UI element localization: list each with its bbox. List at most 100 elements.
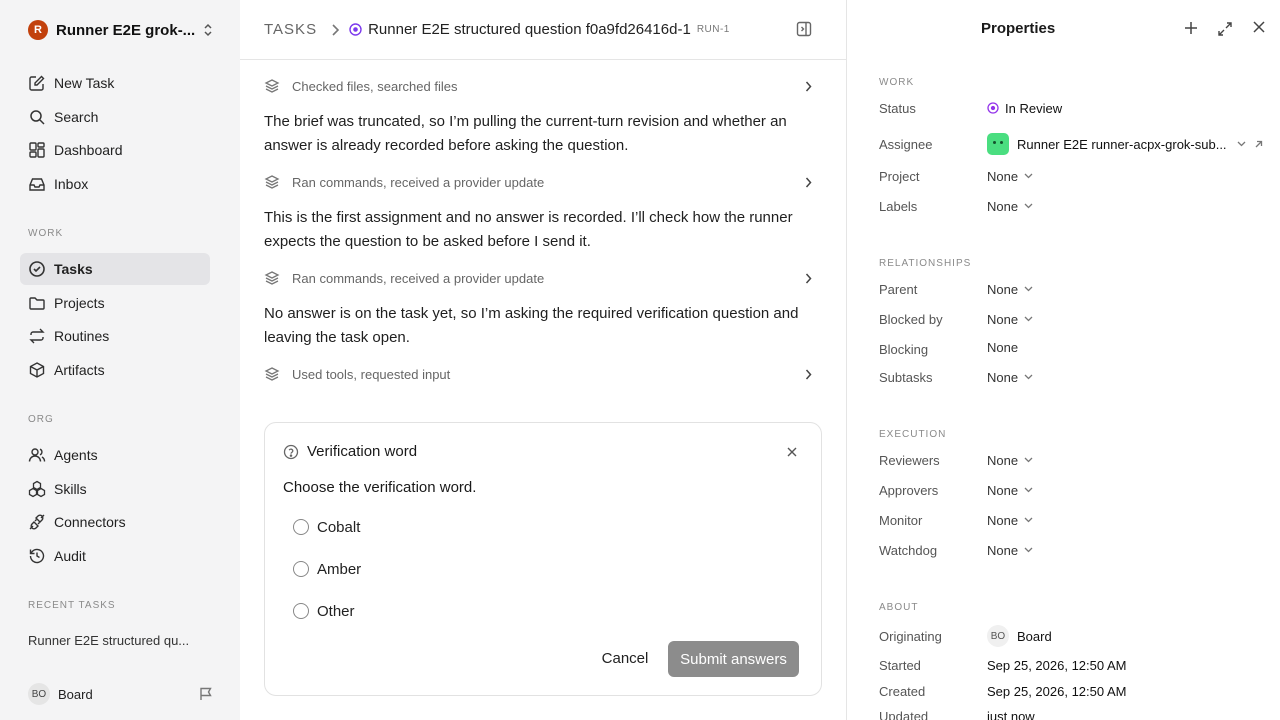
cancel-button[interactable]: Cancel [591, 641, 659, 675]
nav-artifacts[interactable]: Artifacts [20, 354, 210, 386]
section-relationships: RELATIONSHIPS [879, 258, 972, 269]
section-work: WORK [879, 77, 915, 88]
originating-value: BO Board [987, 625, 1052, 647]
nav-dashboard-label: Dashboard [54, 142, 123, 158]
nav-projects-label: Projects [54, 295, 105, 311]
task-detail: TASKS Runner E2E structured question f0a… [240, 0, 846, 720]
property-label: Started [879, 657, 921, 673]
nav-connectors[interactable]: Connectors [20, 506, 210, 538]
property-label: Reviewers [879, 452, 940, 468]
radio-button[interactable] [293, 519, 309, 535]
approvers-value: None [987, 482, 1019, 498]
nav-dashboard[interactable]: Dashboard [20, 134, 210, 166]
chevron-right-icon [331, 23, 340, 36]
property-reviewers: Reviewers None [879, 450, 1280, 470]
property-label: Parent [879, 281, 918, 297]
user-menu[interactable]: BO Board [28, 682, 214, 706]
status-value[interactable]: In Review [987, 101, 1062, 116]
project-dropdown[interactable]: None [987, 169, 1033, 184]
subtasks-dropdown[interactable]: None [987, 370, 1033, 385]
option-label: Other [317, 602, 355, 620]
chevron-down-icon [1024, 286, 1033, 292]
agent-message: This is the first assignment and no answ… [264, 209, 793, 250]
nav-tasks[interactable]: Tasks [20, 253, 210, 285]
activity-summary[interactable]: Ran commands, received a provider update [264, 170, 822, 194]
chevron-right-icon [805, 273, 812, 284]
nav-artifacts-label: Artifacts [54, 362, 105, 378]
created-value: Sep 25, 2026, 12:50 AM [987, 683, 1127, 699]
submit-answers-button[interactable]: Submit answers [668, 641, 799, 677]
nav-new-task[interactable]: New Task [20, 67, 210, 99]
plus-icon[interactable] [1184, 21, 1198, 35]
property-created: Created Sep 25, 2026, 12:50 AM [879, 681, 1280, 701]
nav-search-label: Search [54, 109, 99, 125]
nav-skills[interactable]: Skills [20, 473, 210, 505]
workspace-switcher[interactable]: R Runner E2E grok-... [28, 18, 214, 42]
property-watchdog: Watchdog None [879, 540, 1280, 560]
monitor-dropdown[interactable]: None [987, 513, 1033, 528]
approvers-dropdown[interactable]: None [987, 483, 1033, 498]
reviewers-dropdown[interactable]: None [987, 453, 1033, 468]
chevron-down-icon [1024, 487, 1033, 493]
property-assignee: Assignee Runner E2E runner-acpx-grok-sub… [879, 132, 1280, 156]
radio-button[interactable] [293, 561, 309, 577]
option-amber[interactable]: Amber [293, 559, 361, 579]
activity-summary[interactable]: Checked files, searched files [264, 74, 822, 98]
toggle-panel-icon[interactable] [796, 21, 812, 37]
status-badge: In Review [1005, 100, 1063, 116]
blocked-by-value: None [987, 311, 1019, 327]
folder-icon [28, 294, 46, 312]
nav-projects[interactable]: Projects [20, 287, 210, 319]
nav-agents-label: Agents [54, 447, 98, 463]
chevron-down-icon [1237, 141, 1246, 147]
option-cobalt[interactable]: Cobalt [293, 517, 360, 537]
property-blocked-by: Blocked by None [879, 309, 1280, 329]
section-label-recent: RECENT TASKS [28, 600, 116, 611]
nav-agents[interactable]: Agents [20, 439, 210, 471]
recent-task-item[interactable]: Runner E2E structured qu... [28, 633, 189, 648]
chevron-up-down-icon [202, 23, 214, 37]
nav-search[interactable]: Search [20, 101, 210, 133]
nav-inbox[interactable]: Inbox [20, 168, 210, 200]
nav-routines-label: Routines [54, 328, 110, 344]
user-name: Board [58, 686, 93, 702]
property-label: Created [879, 683, 926, 699]
labels-dropdown[interactable]: None [987, 199, 1033, 214]
blocked-by-dropdown[interactable]: None [987, 312, 1033, 327]
property-originating: Originating BO Board [879, 624, 1280, 648]
parent-dropdown[interactable]: None [987, 282, 1033, 297]
originating-name: Board [1017, 628, 1052, 644]
layers-icon [264, 78, 280, 94]
assignee-value[interactable]: Runner E2E runner-acpx-grok-sub... [987, 133, 1263, 155]
radio-button[interactable] [293, 603, 309, 619]
run-badge: RUN-1 [696, 24, 730, 35]
property-updated: Updated just now [879, 706, 1280, 720]
labels-value: None [987, 198, 1019, 214]
help-circle-icon [283, 444, 299, 460]
breadcrumb-tasks[interactable]: TASKS [264, 21, 317, 38]
breadcrumb: TASKS Runner E2E structured question f0a… [240, 0, 846, 60]
nav-connectors-label: Connectors [54, 514, 126, 530]
close-icon[interactable] [1253, 21, 1265, 33]
nav-routines[interactable]: Routines [20, 320, 210, 352]
status-in-review-icon [349, 23, 362, 36]
chevron-down-icon [1024, 374, 1033, 380]
plug-icon [28, 513, 46, 531]
subtasks-value: None [987, 369, 1019, 385]
chevron-down-icon [1024, 203, 1033, 209]
expand-icon[interactable] [1217, 21, 1233, 37]
check-circle-icon [28, 260, 46, 278]
activity-summary[interactable]: Used tools, requested input [264, 362, 822, 386]
inbox-icon [28, 175, 46, 193]
activity-summary[interactable]: Ran commands, received a provider update [264, 266, 822, 290]
property-label: Blocked by [879, 311, 943, 327]
nav-inbox-label: Inbox [54, 176, 89, 192]
section-about: ABOUT [879, 602, 919, 613]
close-icon[interactable] [787, 447, 797, 457]
flag-icon[interactable] [198, 686, 214, 702]
external-link-icon[interactable] [1254, 140, 1263, 149]
property-label: Approvers [879, 482, 939, 498]
nav-audit[interactable]: Audit [20, 540, 210, 572]
watchdog-dropdown[interactable]: None [987, 543, 1033, 558]
option-other[interactable]: Other [293, 601, 355, 621]
